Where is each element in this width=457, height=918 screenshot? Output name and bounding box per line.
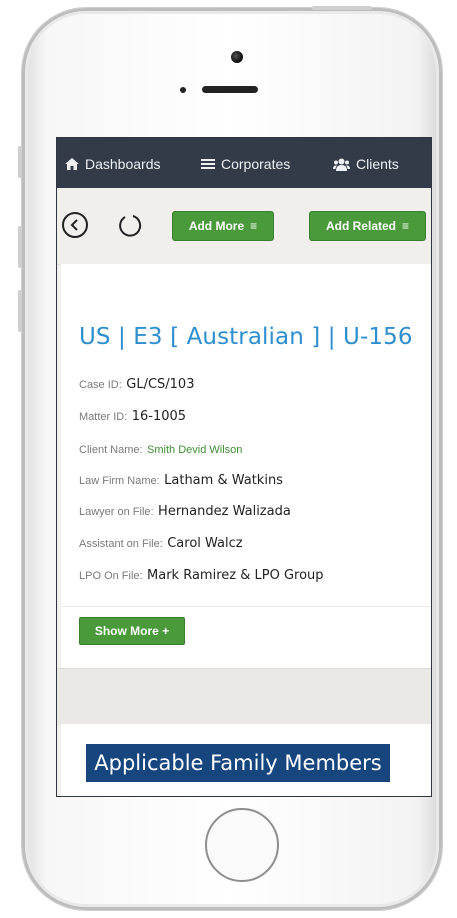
action-toolbar: Add More ≡ Add Related ≡: [57, 188, 431, 265]
case-id-value: GL/CS/103: [126, 377, 195, 392]
law-firm-label: Law Firm Name:: [79, 475, 160, 487]
users-icon: [333, 158, 350, 171]
client-name-label: Client Name:: [79, 444, 143, 456]
law-firm-field: Law Firm Name: Latham & Watkins: [79, 471, 283, 489]
show-more-button[interactable]: Show More +: [79, 617, 185, 645]
nav-dashboards[interactable]: Dashboards: [65, 156, 161, 172]
add-more-menu-icon: ≡: [250, 219, 258, 233]
matter-id-field: Matter ID: 16-1005: [79, 407, 186, 425]
lawyer-value: Hernandez Walizada: [158, 504, 291, 519]
back-button[interactable]: [62, 212, 88, 238]
client-name-field: Client Name: Smith Devid Wilson: [79, 440, 242, 458]
case-id-field: Case ID: GL/CS/103: [79, 375, 194, 393]
client-name-value[interactable]: Smith Devid Wilson: [147, 444, 242, 456]
add-more-button[interactable]: Add More ≡: [172, 211, 274, 241]
assistant-field: Assistant on File: Carol Walcz: [79, 534, 243, 552]
add-more-label: Add More: [188, 219, 245, 233]
case-title: US | E3 [ Australian ] | U-156: [79, 324, 413, 350]
law-firm-value: Latham & Watkins: [164, 473, 283, 488]
card-divider: [61, 606, 431, 607]
add-related-button[interactable]: Add Related ≡: [309, 211, 426, 241]
camera: [231, 51, 243, 63]
nav-corporates[interactable]: Corporates: [201, 156, 290, 172]
lawyer-label: Lawyer on File:: [79, 506, 154, 518]
speaker: [202, 86, 258, 93]
matter-id-label: Matter ID:: [79, 411, 128, 423]
lpo-value: Mark Ramirez & LPO Group: [147, 568, 324, 583]
lpo-label: LPO On File:: [79, 570, 143, 582]
nav-dashboards-label: Dashboards: [85, 156, 161, 172]
refresh-icon: [119, 215, 142, 237]
top-navbar: Dashboards Corporates Clients: [57, 138, 431, 188]
lawyer-field: Lawyer on File: Hernandez Walizada: [79, 502, 291, 520]
sensor: [180, 87, 186, 93]
volume-up-button: [18, 226, 22, 268]
mute-switch: [18, 146, 22, 178]
nav-clients-label: Clients: [356, 156, 399, 172]
refresh-button[interactable]: [117, 212, 143, 238]
family-members-heading: Applicable Family Members: [86, 744, 390, 782]
volume-down-button: [18, 290, 22, 332]
assistant-label: Assistant on File:: [79, 538, 163, 550]
add-related-menu-icon: ≡: [402, 219, 410, 233]
add-related-label: Add Related: [325, 219, 396, 233]
matter-id-value: 16-1005: [131, 409, 187, 424]
assistant-value: Carol Walcz: [167, 536, 243, 551]
chevron-left-icon: [70, 219, 78, 231]
power-button: [312, 6, 372, 10]
nav-corporates-label: Corporates: [221, 156, 291, 172]
lpo-field: LPO On File: Mark Ramirez & LPO Group: [79, 566, 324, 584]
section-gap: [57, 668, 431, 725]
home-button[interactable]: [205, 808, 279, 882]
case-id-label: Case ID:: [79, 379, 122, 391]
bars-icon: [201, 159, 215, 169]
home-icon: [65, 158, 79, 170]
app-screen: Dashboards Corporates Clients Add More ≡…: [56, 137, 432, 797]
nav-clients[interactable]: Clients: [333, 156, 399, 172]
